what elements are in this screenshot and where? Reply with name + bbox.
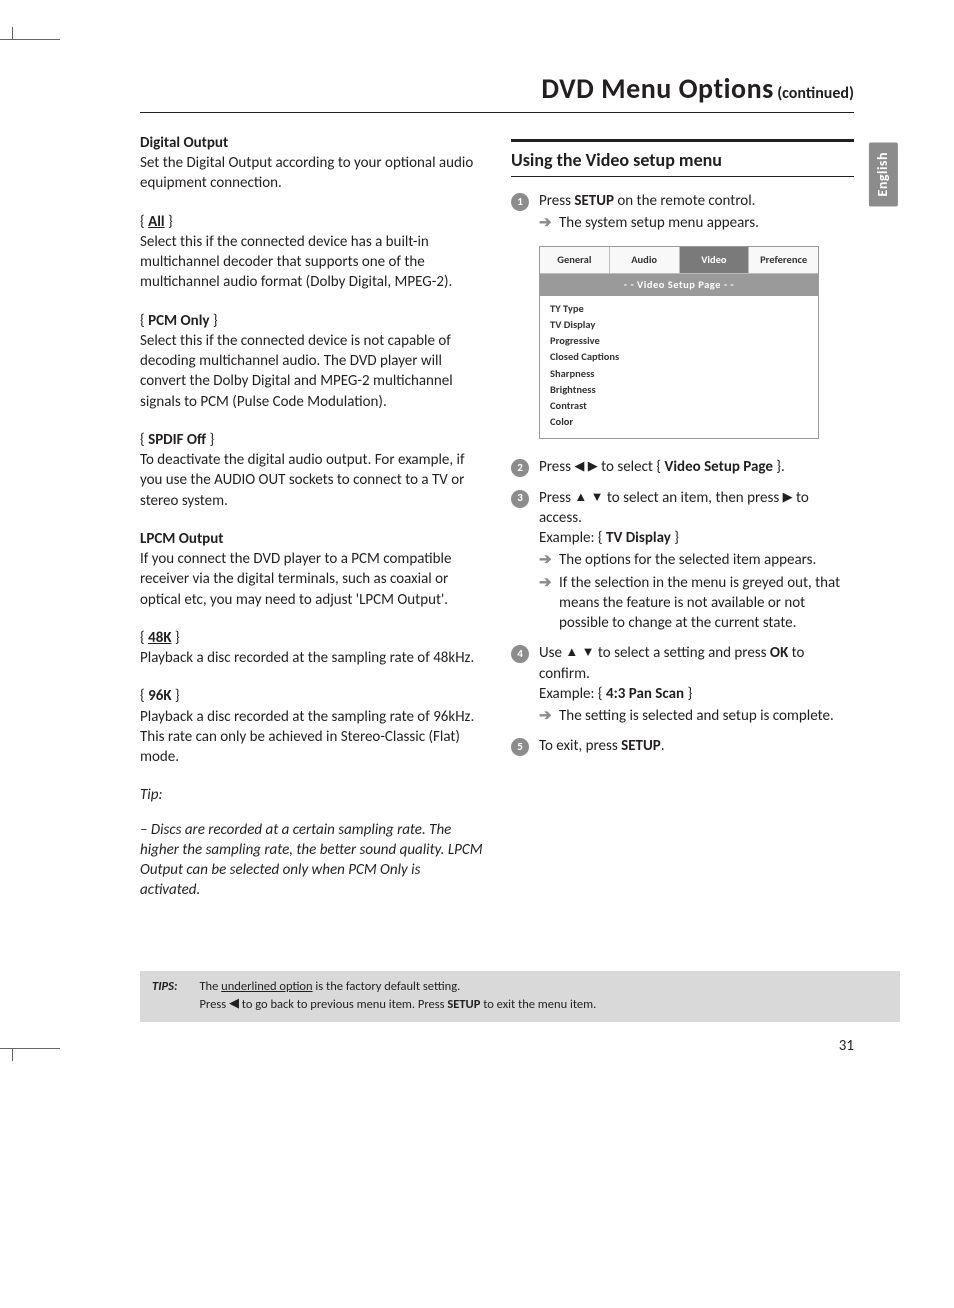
triangle-up-icon: ▲ [574,489,587,507]
step-badge-2: 2 [511,459,529,477]
osd-item: Progressive [550,333,808,349]
step-badge-3: 3 [511,490,529,508]
osd-tab-general: General [540,247,610,274]
step-3: 3 Press ▲ ▼ to select an item, then pres… [511,488,854,634]
tips-label: TIPS: [152,979,177,1015]
step-badge-5: 5 [511,738,529,756]
step-5: 5 To exit, press SETUP. [511,736,854,756]
osd-tab-preference: Preference [749,247,818,274]
option-pcm-only: { PCM Only } [140,311,483,331]
page-number: 31 [40,1036,854,1056]
option-all: { All } [140,212,483,232]
triangle-right-icon: ▶ [588,458,598,476]
osd-tab-video: Video [680,247,750,274]
step-2: 2 Press ◀ ▶ to select { Video Setup Page… [511,457,854,477]
para-digital-output: Set the Digital Output according to your… [140,153,483,194]
osd-menu: General Audio Video Preference - - Video… [539,246,819,440]
osd-item: Sharpness [550,366,808,382]
para-lpcm-output: If you connect the DVD player to a PCM c… [140,549,483,610]
triangle-left-icon: ◀ [574,458,584,476]
osd-banner: - - Video Setup Page - - [540,274,818,296]
arrow-right-icon: ➔ [539,550,553,570]
triangle-left-icon: ◀ [229,995,239,1013]
heading-digital-output: Digital Output [140,133,483,153]
crop-mark-top [0,39,60,40]
option-all-body: Select this if the connected device has … [140,232,483,293]
osd-tab-audio: Audio [610,247,680,274]
tips-footer: TIPS: The underlined option is the facto… [140,971,900,1023]
language-tab: English [869,142,898,206]
heading-video-setup: Using the Video setup menu [511,139,854,177]
page-title-suffix: (continued) [777,84,854,103]
right-column: Using the Video setup menu 1 Press SETUP… [511,131,854,901]
osd-item: Brightness [550,382,808,398]
step-badge-4: 4 [511,645,529,663]
page-title: DVD Menu Options (continued) [140,70,854,113]
triangle-up-icon: ▲ [565,644,578,662]
arrow-right-icon: ➔ [539,213,553,233]
osd-item: TV Display [550,317,808,333]
option-pcm-only-body: Select this if the connected device is n… [140,331,483,412]
step-1: 1 Press SETUP on the remote control. ➔ T… [511,191,854,234]
page-title-main: DVD Menu Options [541,71,773,106]
left-column: Digital Output Set the Digital Output ac… [140,131,483,901]
osd-item: Color [550,414,808,430]
triangle-down-icon: ▼ [582,644,595,662]
option-96k-body: Playback a disc recorded at the sampling… [140,707,483,768]
step-badge-1: 1 [511,193,529,211]
option-96k: { 96K } [140,686,483,706]
arrow-right-icon: ➔ [539,706,553,726]
step-4: 4 Use ▲ ▼ to select a setting and press … [511,643,854,726]
option-spdif-off-body: To deactivate the digital audio output. … [140,450,483,511]
arrow-right-icon: ➔ [539,573,553,634]
triangle-right-icon: ▶ [783,489,793,507]
osd-item: Contrast [550,398,808,414]
osd-item: Closed Captions [550,349,808,365]
option-48k-body: Playback a disc recorded at the sampling… [140,648,483,668]
heading-lpcm-output: LPCM Output [140,529,483,549]
option-spdif-off: { SPDIF Off } [140,430,483,450]
option-48k: { 48K } [140,628,483,648]
osd-item: TY Type [550,301,808,317]
tip-label: Tip: [140,785,483,805]
triangle-down-icon: ▼ [591,489,604,507]
tip-body: – Discs are recorded at a certain sampli… [140,820,483,901]
crop-mark-bottom [0,1048,60,1049]
